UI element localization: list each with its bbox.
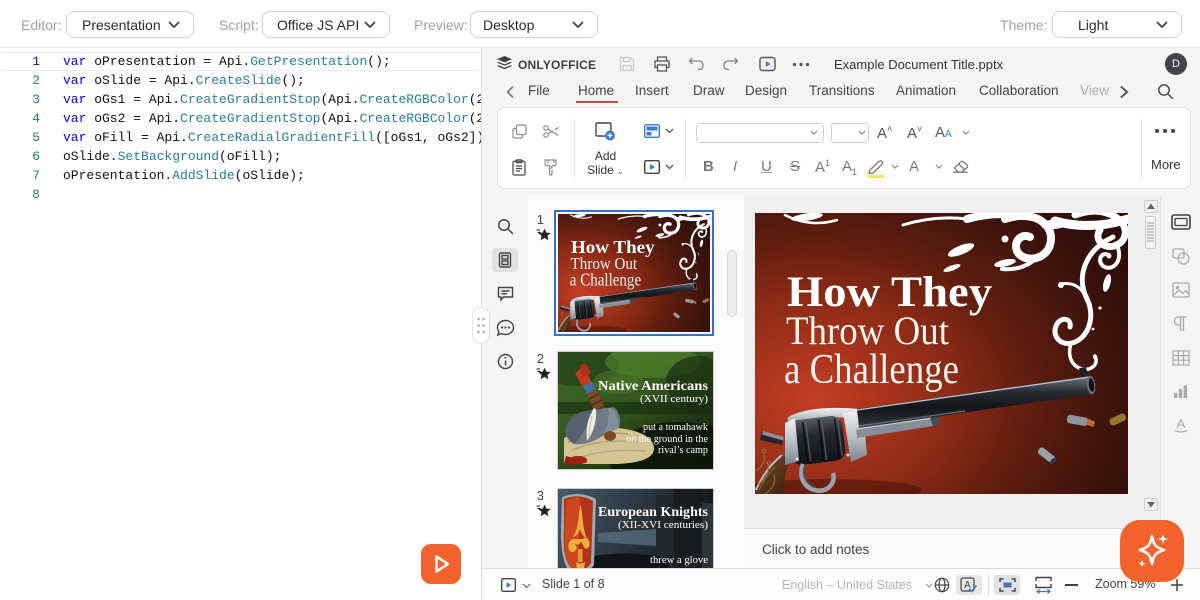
svg-text:A: A — [1177, 417, 1186, 431]
